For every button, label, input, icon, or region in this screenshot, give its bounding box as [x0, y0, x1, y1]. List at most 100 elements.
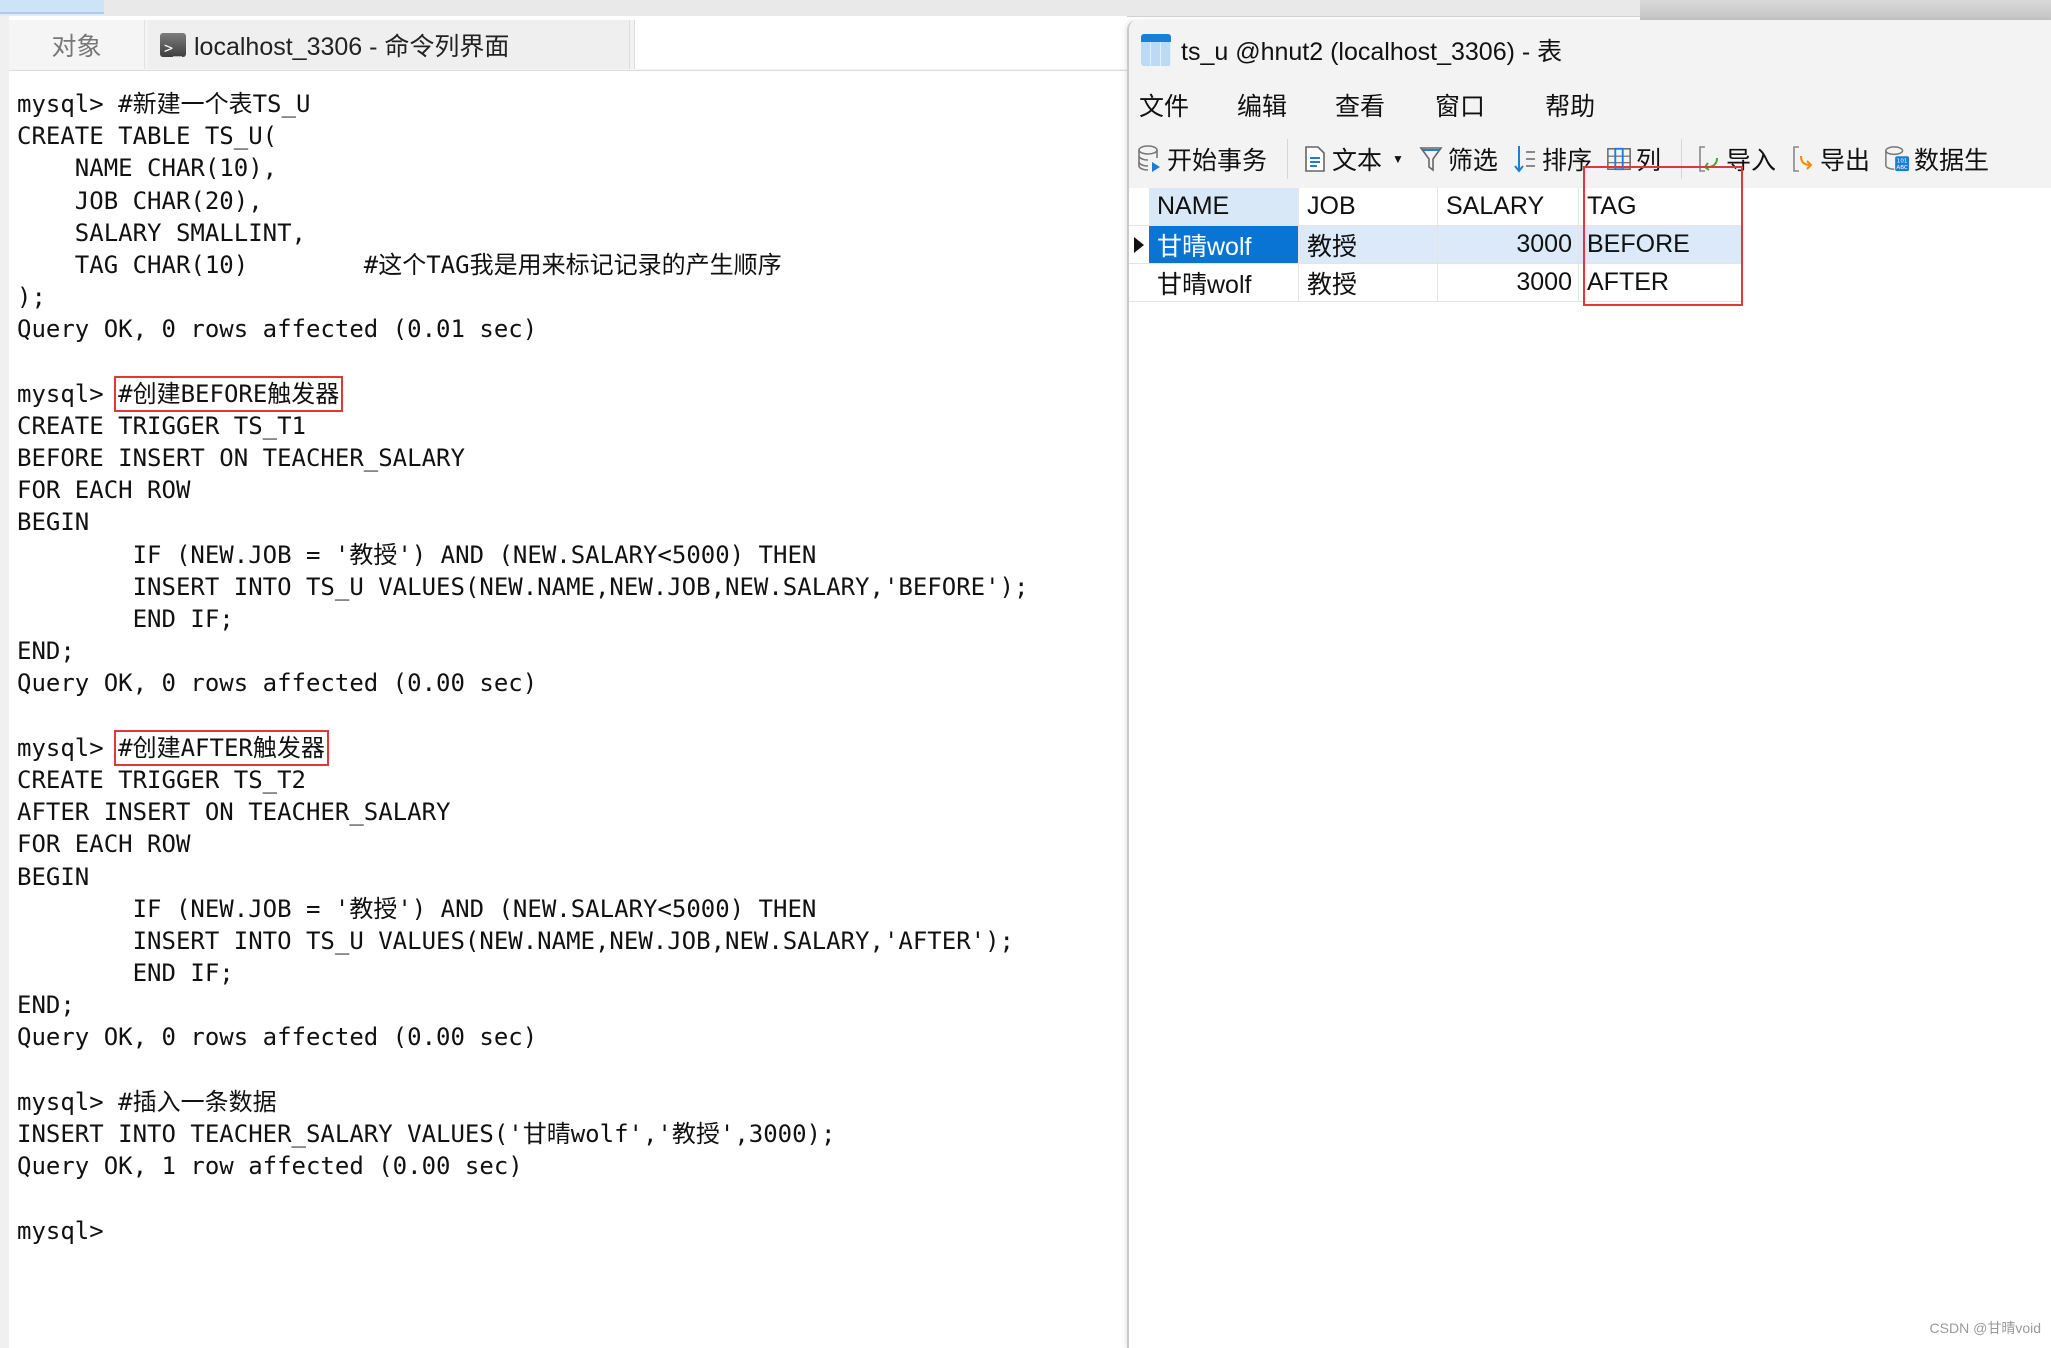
- terminal-line: BEGIN: [17, 862, 90, 891]
- left-gutter: [0, 16, 9, 1348]
- column-header-job[interactable]: JOB: [1299, 188, 1438, 226]
- terminal-line: END IF;: [17, 605, 234, 633]
- terminal-line: FOR EACH ROW: [17, 476, 191, 505]
- table-row[interactable]: 甘晴wolf 教授 3000 AFTER: [1129, 264, 1743, 302]
- menu-window[interactable]: 窗口: [1435, 87, 1485, 123]
- begin-transaction-label: 开始事务: [1167, 147, 1268, 175]
- highlighted-comment: #创建BEFORE触发器: [114, 375, 344, 412]
- begin-transaction-button[interactable]: 开始事务: [1137, 141, 1267, 177]
- table-icon: [1141, 34, 1171, 66]
- terminal-output[interactable]: mysql> #新建一个表TS_U CREATE TABLE TS_U( NAME…: [17, 88, 1117, 1247]
- sort-button[interactable]: 排序: [1512, 141, 1592, 177]
- toolbar-separator: [1680, 139, 1682, 179]
- terminal-line: IF (NEW.JOB = '教授') AND (NEW.SALARY<5000…: [17, 540, 817, 569]
- sort-icon: [1512, 145, 1538, 173]
- columns-button[interactable]: 列: [1606, 141, 1661, 177]
- columns-grid-icon: [1606, 145, 1632, 173]
- filter-button[interactable]: 筛选: [1418, 141, 1498, 177]
- column-header-salary[interactable]: SALARY: [1438, 188, 1579, 226]
- highlighted-comment: #创建AFTER触发器: [114, 729, 329, 766]
- watermark: CSDN @甘晴void: [1929, 1320, 2041, 1336]
- menu-view[interactable]: 查看: [1335, 87, 1385, 123]
- data-generation-button[interactable]: 101 ABC 数据生: [1884, 141, 1989, 177]
- terminal-line: END;: [17, 637, 75, 666]
- terminal-line: mysql> #新建一个表TS_U: [17, 90, 311, 118]
- tab-bar-empty-area: [634, 20, 1128, 69]
- current-row-indicator-icon: [1129, 226, 1149, 264]
- svg-text:ABC: ABC: [1896, 165, 1908, 171]
- column-header-tag[interactable]: TAG: [1579, 188, 1743, 226]
- tab-objects[interactable]: 对象: [9, 20, 145, 69]
- terminal-line: BEGIN: [17, 508, 90, 537]
- terminal-line: CREATE TRIGGER TS_T2: [17, 765, 306, 794]
- document-icon: [1302, 145, 1328, 173]
- database-icon: [1137, 145, 1163, 173]
- import-icon: [1696, 145, 1722, 173]
- import-button[interactable]: 导入: [1696, 141, 1776, 177]
- terminal-line: IF (NEW.JOB = '教授') AND (NEW.SALARY<5000…: [17, 894, 817, 923]
- top-active-tab[interactable]: [0, 0, 104, 14]
- tab-objects-label: 对象: [51, 32, 102, 61]
- terminal-line: CREATE TABLE TS_U(: [17, 122, 278, 151]
- terminal-line: Query OK, 0 rows affected (0.00 sec): [17, 1023, 538, 1052]
- mysql-prompt: mysql>: [17, 379, 119, 408]
- terminal-line: JOB CHAR(20),: [17, 186, 263, 215]
- data-generation-icon: 101 ABC: [1884, 145, 1910, 173]
- terminal-line: SALARY SMALLINT,: [17, 218, 306, 247]
- text-view-button[interactable]: 文本 ▼: [1302, 141, 1404, 177]
- cell-name[interactable]: 甘晴wolf: [1149, 264, 1299, 302]
- window-title: ts_u @hnut2 (localhost_3306) - 表: [1181, 38, 1563, 66]
- terminal-line: INSERT INTO TS_U VALUES(NEW.NAME,NEW.JOB…: [17, 926, 1014, 955]
- cell-salary[interactable]: 3000: [1438, 226, 1579, 264]
- terminal-line: );: [17, 283, 46, 312]
- terminal-line: FOR EACH ROW: [17, 830, 191, 859]
- terminal-line: AFTER INSERT ON TEACHER_SALARY: [17, 798, 451, 827]
- terminal-line: mysql> #创建AFTER触发器: [17, 729, 1117, 766]
- terminal-line: mysql>: [17, 1216, 104, 1245]
- chevron-down-icon[interactable]: ▼: [1392, 152, 1404, 166]
- window-title-bar[interactable]: ts_u @hnut2 (localhost_3306) - 表: [1129, 20, 2051, 80]
- grid-header-row: NAME JOB SALARY TAG: [1129, 188, 1743, 226]
- cell-salary[interactable]: 3000: [1438, 264, 1579, 302]
- import-label: 导入: [1725, 147, 1776, 175]
- tab-command-line[interactable]: >_ localhost_3306 - 命令列界面: [148, 20, 630, 69]
- menu-help[interactable]: 帮助: [1545, 87, 1595, 123]
- cell-tag[interactable]: AFTER: [1579, 264, 1743, 302]
- columns-label: 列: [1635, 147, 1661, 175]
- cell-name[interactable]: 甘晴wolf: [1149, 226, 1299, 264]
- cell-job[interactable]: 教授: [1299, 264, 1438, 302]
- terminal-line: INSERT INTO TS_U VALUES(NEW.NAME,NEW.JOB…: [17, 572, 1029, 601]
- terminal-line: mysql> #插入一条数据: [17, 1087, 277, 1116]
- menu-edit[interactable]: 编辑: [1237, 87, 1287, 123]
- cell-tag[interactable]: BEFORE: [1579, 226, 1743, 264]
- terminal-line: BEFORE INSERT ON TEACHER_SALARY: [17, 444, 465, 473]
- export-icon: [1790, 145, 1816, 173]
- terminal-line: Query OK, 0 rows affected (0.01 sec): [17, 315, 538, 344]
- table-row[interactable]: 甘晴wolf 教授 3000 BEFORE: [1129, 226, 1743, 264]
- row-indicator: [1129, 264, 1149, 302]
- export-button[interactable]: 导出: [1790, 141, 1870, 177]
- cell-job[interactable]: 教授: [1299, 226, 1438, 264]
- column-header-name[interactable]: NAME: [1149, 188, 1299, 226]
- filter-icon: [1418, 145, 1444, 173]
- terminal-icon: >_: [160, 32, 186, 57]
- text-view-label: 文本: [1332, 147, 1383, 175]
- menu-file[interactable]: 文件: [1139, 87, 1189, 123]
- toolbar-separator: [1287, 139, 1289, 179]
- row-indicator-header: [1129, 188, 1149, 226]
- svg-text:101: 101: [1897, 159, 1908, 165]
- terminal-line: Query OK, 1 row affected (0.00 sec): [17, 1152, 523, 1181]
- terminal-line: NAME CHAR(10),: [17, 154, 278, 183]
- terminal-line: END;: [17, 991, 75, 1020]
- toolbar: 开始事务 文本 ▼ 筛选 排序 列 导入 导出 101 ABC 数据生: [1129, 130, 2051, 188]
- command-line-panel: 对象 >_ localhost_3306 - 命令列界面 mysql> #新建一…: [0, 16, 1128, 1348]
- filter-label: 筛选: [1447, 147, 1498, 175]
- terminal-line: CREATE TRIGGER TS_T1: [17, 411, 306, 440]
- menu-bar: 文件 编辑 查看 窗口 帮助: [1129, 80, 2051, 130]
- table-window: ts_u @hnut2 (localhost_3306) - 表 文件 编辑 查…: [1127, 20, 2051, 1348]
- tab-command-line-label: localhost_3306 - 命令列界面: [194, 32, 510, 61]
